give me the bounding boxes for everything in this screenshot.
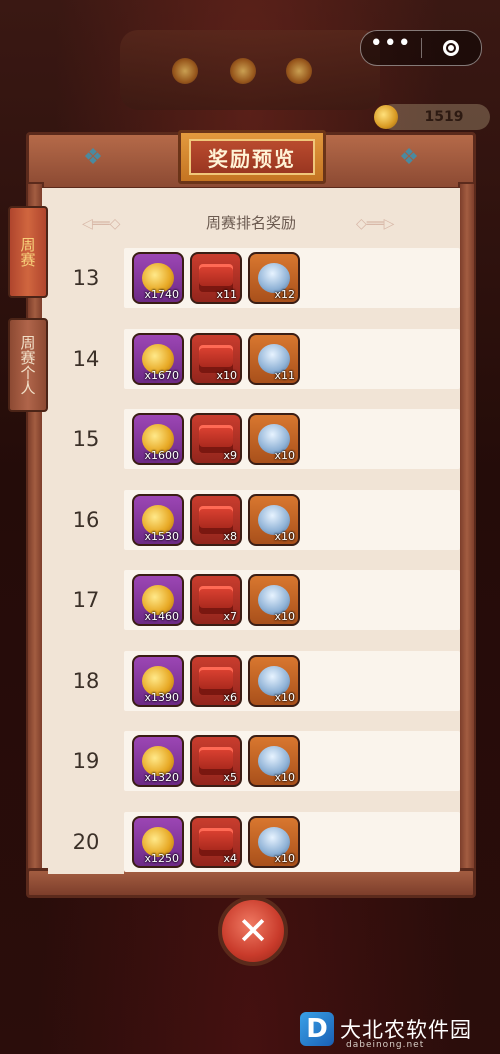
reward-quantity: x9 — [223, 449, 237, 462]
reward-quantity: x4 — [223, 851, 237, 865]
miniprogram-capsule: ••• — [360, 30, 482, 66]
currency-display: 1519 — [374, 104, 490, 130]
chest-reward-item[interactable]: x6 — [190, 654, 242, 707]
rank-number: 17 — [48, 568, 124, 632]
reward-row: 18 x1390 x6 x10 — [48, 648, 460, 713]
bowl-reward-item[interactable]: x10 — [248, 735, 300, 787]
chest-reward-item[interactable]: x5 — [190, 735, 242, 787]
reward-list: x1320 x5 x10 — [124, 731, 460, 791]
reward-quantity: x1670 — [144, 368, 179, 382]
reward-list: x1600 x9 x10 — [124, 409, 460, 469]
coin-reward-item[interactable]: x1460 — [132, 574, 184, 626]
background-lamp — [230, 58, 256, 84]
reward-quantity: x8 — [223, 529, 237, 543]
bowl-reward-item[interactable]: x12 — [248, 252, 300, 304]
chest-reward-item[interactable]: x10 — [190, 332, 242, 385]
rank-number: 13 — [48, 246, 124, 310]
rank-number: 20 — [48, 809, 124, 874]
coin-reward-item[interactable]: x1670 — [132, 332, 184, 385]
currency-value: 1519 — [424, 109, 464, 125]
chest-reward-item[interactable]: x9 — [190, 413, 242, 465]
reward-quantity: x7 — [223, 610, 237, 623]
reward-quantity: x5 — [223, 771, 237, 784]
target-icon — [443, 40, 460, 56]
background-lamp — [172, 58, 198, 84]
chest-reward-item[interactable]: x7 — [190, 574, 242, 626]
close-icon: ✕ — [237, 909, 269, 953]
reward-list: x1250 x4 x10 — [124, 811, 460, 872]
reward-quantity: x10 — [274, 610, 295, 623]
rank-number: 14 — [48, 326, 124, 391]
bowl-reward-item[interactable]: x10 — [248, 574, 300, 626]
bowl-reward-item[interactable]: x10 — [248, 815, 300, 868]
reward-quantity: x10 — [274, 851, 295, 865]
watermark-subtext: dabeinong.net — [346, 1040, 425, 1050]
background-lamp — [286, 58, 312, 84]
rank-number: 18 — [48, 648, 124, 713]
rank-number: 15 — [48, 407, 124, 471]
watermark-logo: D — [300, 1012, 334, 1046]
reward-list: x1530 x8 x10 — [124, 489, 460, 550]
reward-quantity: x10 — [274, 690, 295, 704]
chest-reward-item[interactable]: x8 — [190, 493, 242, 546]
reward-list: x1670 x10 x11 — [124, 328, 460, 389]
reward-list: x1460 x7 x10 — [124, 570, 460, 630]
reward-row: 19 x1320 x5 x10 — [48, 729, 460, 793]
reward-row: 16 x1530 x8 x10 — [48, 487, 460, 552]
reward-quantity: x1460 — [144, 610, 179, 623]
reward-quantity: x1530 — [144, 529, 179, 543]
panel-right-frame — [458, 182, 476, 872]
coin-reward-item[interactable]: x1530 — [132, 493, 184, 546]
reward-quantity: x10 — [274, 771, 295, 784]
title-plate: 奖励预览 — [178, 130, 326, 184]
reward-list: x1390 x6 x10 — [124, 650, 460, 711]
panel-title: 奖励预览 — [189, 139, 315, 175]
coin-reward-item[interactable]: x1320 — [132, 735, 184, 787]
reward-quantity: x12 — [274, 288, 295, 301]
exit-button[interactable] — [422, 31, 482, 65]
coin-reward-item[interactable]: x1740 — [132, 252, 184, 304]
reward-quantity: x10 — [216, 368, 237, 382]
rank-number: 16 — [48, 487, 124, 552]
bowl-reward-item[interactable]: x11 — [248, 332, 300, 385]
reward-row: 20 x1250 x4 x10 — [48, 809, 460, 874]
reward-quantity: x1250 — [144, 851, 179, 865]
rank-number: 19 — [48, 729, 124, 793]
close-button[interactable]: ✕ — [218, 896, 288, 966]
reward-quantity: x11 — [274, 368, 295, 382]
reward-quantity: x1740 — [144, 288, 179, 301]
reward-row: 14 x1670 x10 x11 — [48, 326, 460, 391]
coin-reward-item[interactable]: x1600 — [132, 413, 184, 465]
more-button[interactable]: ••• — [361, 31, 421, 65]
coin-reward-item[interactable]: x1390 — [132, 654, 184, 707]
reward-quantity: x11 — [216, 288, 237, 301]
reward-row: 15 x1600 x9 x10 — [48, 407, 460, 471]
fish-icon: ❖ — [399, 145, 419, 170]
reward-quantity: x1600 — [144, 449, 179, 462]
reward-list: x1740 x11 x12 — [124, 248, 460, 308]
fish-icon: ❖ — [83, 145, 103, 170]
reward-quantity: x10 — [274, 449, 295, 462]
bowl-reward-item[interactable]: x10 — [248, 654, 300, 707]
reward-quantity: x6 — [223, 690, 237, 704]
bowl-reward-item[interactable]: x10 — [248, 413, 300, 465]
gold-coin-icon — [374, 105, 398, 129]
reward-quantity: x1390 — [144, 690, 179, 704]
reward-quantity: x10 — [274, 529, 295, 543]
more-dots-icon: ••• — [369, 31, 412, 56]
tab-weekly-personal[interactable]: 周赛个人 — [8, 318, 48, 412]
tab-weekly[interactable]: 周赛 — [8, 206, 48, 298]
reward-row: 13 x1740 x11 x12 — [48, 246, 460, 310]
chest-reward-item[interactable]: x4 — [190, 815, 242, 868]
coin-reward-item[interactable]: x1250 — [132, 815, 184, 868]
chest-reward-item[interactable]: x11 — [190, 252, 242, 304]
reward-quantity: x1320 — [144, 771, 179, 784]
bowl-reward-item[interactable]: x10 — [248, 493, 300, 546]
reward-row: 17 x1460 x7 x10 — [48, 568, 460, 632]
panel-subtitle: 周赛排名奖励 — [205, 214, 296, 232]
